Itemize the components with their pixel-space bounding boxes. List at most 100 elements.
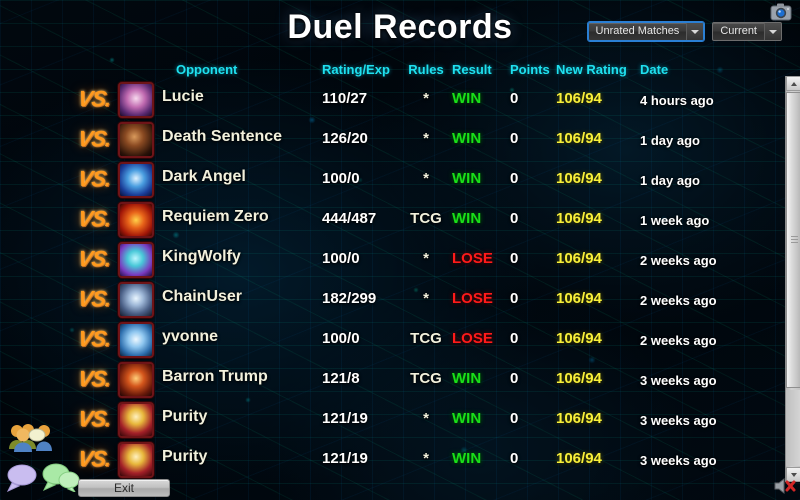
- exit-button[interactable]: Exit: [78, 479, 170, 497]
- opponent-name: KingWolfy: [162, 248, 241, 265]
- avatar-card-art: [120, 404, 152, 436]
- rules-value: *: [423, 250, 429, 267]
- avatar-card-art: [120, 204, 152, 236]
- table-row[interactable]: VS. Purity 121/19 * WIN 0 106/94 3 weeks ago: [0, 400, 772, 440]
- new-rating: 106/94: [556, 410, 602, 427]
- avatar[interactable]: [118, 162, 154, 198]
- date-value: 1 day ago: [640, 173, 700, 188]
- new-rating: 106/94: [556, 210, 602, 227]
- rules-value: *: [423, 290, 429, 307]
- points-value: 0: [510, 370, 519, 387]
- new-rating: 106/94: [556, 170, 602, 187]
- date-value: 4 hours ago: [640, 93, 714, 108]
- table-body: VS. Lucie 110/27 * WIN 0 106/94 4 hours ago VS. D…: [0, 80, 772, 480]
- table-row[interactable]: VS. ChainUser 182/299 * LOSE 0 106/94 2 weeks a…: [0, 280, 772, 320]
- date-value: 2 weeks ago: [640, 333, 717, 348]
- vs-icon: VS.: [76, 206, 113, 231]
- avatar[interactable]: [118, 242, 154, 278]
- vs-icon: VS.: [76, 166, 113, 191]
- chat-bubble-icon[interactable]: [6, 462, 40, 493]
- chevron-down-icon[interactable]: [764, 23, 781, 40]
- result-value: LOSE: [452, 250, 493, 267]
- date-value: 1 day ago: [640, 133, 700, 148]
- scroll-up-arrow-icon[interactable]: [786, 76, 800, 91]
- filter-controls: Unrated Matches Current: [586, 21, 782, 42]
- avatar[interactable]: [118, 282, 154, 318]
- match-type-select[interactable]: Unrated Matches: [586, 21, 706, 42]
- avatar-card-art: [120, 84, 152, 116]
- camera-icon[interactable]: [768, 2, 794, 22]
- column-header-opponent: Opponent: [176, 61, 238, 77]
- table-row[interactable]: VS. yvonne 100/0 TCG LOSE 0 106/94 2 weeks ago: [0, 320, 772, 360]
- rating-exp: 100/0: [322, 330, 360, 347]
- date-value: 2 weeks ago: [640, 293, 717, 308]
- exit-button-label: Exit: [113, 481, 134, 495]
- avatar-card-art: [120, 364, 152, 396]
- new-rating: 106/94: [556, 290, 602, 307]
- result-value: WIN: [452, 450, 482, 467]
- vs-icon: VS.: [76, 86, 113, 111]
- rating-exp: 126/20: [322, 130, 368, 147]
- vs-icon: VS.: [76, 246, 113, 271]
- table-row[interactable]: VS. Death Sentence 126/20 * WIN 0 106/94 1 day …: [0, 120, 772, 160]
- vs-icon: VS.: [76, 446, 113, 471]
- avatar[interactable]: [118, 402, 154, 438]
- rules-value: *: [423, 130, 429, 147]
- table-row[interactable]: VS. Barron Trump 121/8 TCG WIN 0 106/94 3 weeks…: [0, 360, 772, 400]
- table-row[interactable]: VS. Purity 121/19 * WIN 0 106/94 3 weeks ago: [0, 440, 772, 480]
- scrollbar-grip-icon: [791, 236, 798, 244]
- avatar-card-art: [120, 284, 152, 316]
- column-header-result: Result: [452, 61, 492, 77]
- scrollbar-track[interactable]: [786, 390, 800, 466]
- rating-exp: 100/0: [322, 170, 360, 187]
- rules-value: *: [423, 170, 429, 187]
- avatar-card-art: [120, 244, 152, 276]
- friends-icon[interactable]: [6, 422, 58, 452]
- period-value: Current: [720, 25, 757, 37]
- points-value: 0: [510, 450, 519, 467]
- period-select[interactable]: Current: [712, 22, 782, 41]
- scrollbar-thumb[interactable]: [786, 92, 800, 388]
- chat-bubbles-group-icon[interactable]: [42, 460, 80, 494]
- avatar[interactable]: [118, 442, 154, 478]
- match-type-value: Unrated Matches: [595, 25, 680, 37]
- column-header-points: Points: [510, 61, 550, 77]
- vertical-scrollbar[interactable]: [785, 76, 800, 482]
- table-row[interactable]: VS. Requiem Zero 444/487 TCG WIN 0 106/94 1 wee…: [0, 200, 772, 240]
- rating-exp: 121/19: [322, 410, 368, 427]
- avatar[interactable]: [118, 122, 154, 158]
- opponent-name: Purity: [162, 408, 208, 425]
- result-value: WIN: [452, 210, 482, 227]
- date-value: 1 week ago: [640, 213, 710, 228]
- opponent-name: ChainUser: [162, 288, 243, 305]
- rules-value: TCG: [410, 210, 442, 227]
- points-value: 0: [510, 130, 519, 147]
- avatar[interactable]: [118, 202, 154, 238]
- result-value: WIN: [452, 170, 482, 187]
- table-row[interactable]: VS. Lucie 110/27 * WIN 0 106/94 4 hours ago: [0, 80, 772, 120]
- speaker-muted-icon[interactable]: [772, 474, 798, 498]
- points-value: 0: [510, 250, 519, 267]
- avatar[interactable]: [118, 322, 154, 358]
- vs-icon: VS.: [76, 126, 113, 151]
- rating-exp: 121/8: [322, 370, 360, 387]
- avatar-card-art: [120, 164, 152, 196]
- rules-value: TCG: [410, 370, 442, 387]
- opponent-name: Dark Angel: [162, 168, 246, 185]
- opponent-name: Barron Trump: [162, 368, 268, 385]
- avatar[interactable]: [118, 362, 154, 398]
- date-value: 2 weeks ago: [640, 253, 717, 268]
- rating-exp: 100/0: [322, 250, 360, 267]
- avatar[interactable]: [118, 82, 154, 118]
- chevron-down-icon[interactable]: [686, 23, 704, 40]
- rating-exp: 444/487: [322, 210, 377, 227]
- new-rating: 106/94: [556, 250, 602, 267]
- date-value: 3 weeks ago: [640, 373, 717, 388]
- new-rating: 106/94: [556, 90, 602, 107]
- table-row[interactable]: VS. KingWolfy 100/0 * LOSE 0 106/94 2 weeks ago: [0, 240, 772, 280]
- points-value: 0: [510, 170, 519, 187]
- rating-exp: 121/19: [322, 450, 368, 467]
- opponent-name: yvonne: [162, 328, 219, 345]
- table-row[interactable]: VS. Dark Angel 100/0 * WIN 0 106/94 1 day ago: [0, 160, 772, 200]
- opponent-name: Lucie: [162, 88, 204, 105]
